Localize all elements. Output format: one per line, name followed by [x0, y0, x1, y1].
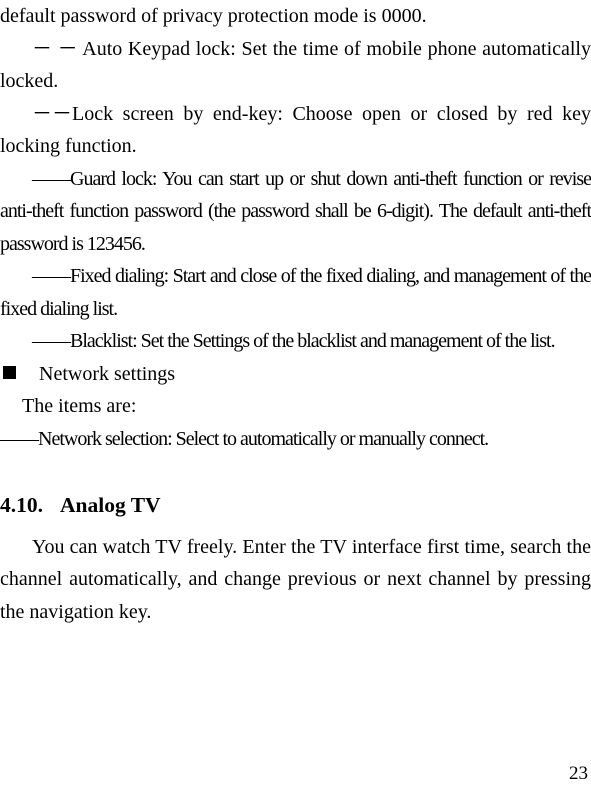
- section-heading-title: Analog TV: [60, 493, 161, 517]
- paragraph-analog-tv-body: You can watch TV freely. Enter the TV in…: [0, 535, 591, 623]
- list-item-network-settings: Network settings: [0, 358, 591, 391]
- paragraph-items-are: The items are:: [22, 395, 137, 417]
- section-heading-number: 4.10.: [0, 493, 43, 517]
- paragraph-guard-lock: ——Guard lock: You can start up or shut d…: [0, 167, 591, 255]
- document-page: default password of privacy protection m…: [0, 0, 591, 790]
- page-content: default password of privacy protection m…: [0, 0, 591, 628]
- paragraph-lock-screen-end-key: －－Lock screen by end-key: Choose open or…: [0, 102, 591, 158]
- paragraph-auto-keypad-lock: － － Auto Keypad lock: Set the time of mo…: [0, 37, 591, 93]
- paragraph-fixed-dialing: ——Fixed dialing: Start and close of the …: [0, 265, 591, 320]
- paragraph-continuation: default password of privacy protection m…: [0, 5, 427, 27]
- page-number: 23: [569, 763, 588, 784]
- paragraph-blacklist: ——Blacklist: Set the Settings of the bla…: [32, 330, 556, 352]
- section-heading: 4.10. Analog TV: [0, 489, 591, 522]
- square-bullet-icon: [3, 365, 16, 379]
- paragraph-network-selection: ——Network selection: Select to automatic…: [0, 427, 489, 450]
- heading-body-spacer: [0, 522, 591, 531]
- list-item-label: Network settings: [39, 362, 176, 385]
